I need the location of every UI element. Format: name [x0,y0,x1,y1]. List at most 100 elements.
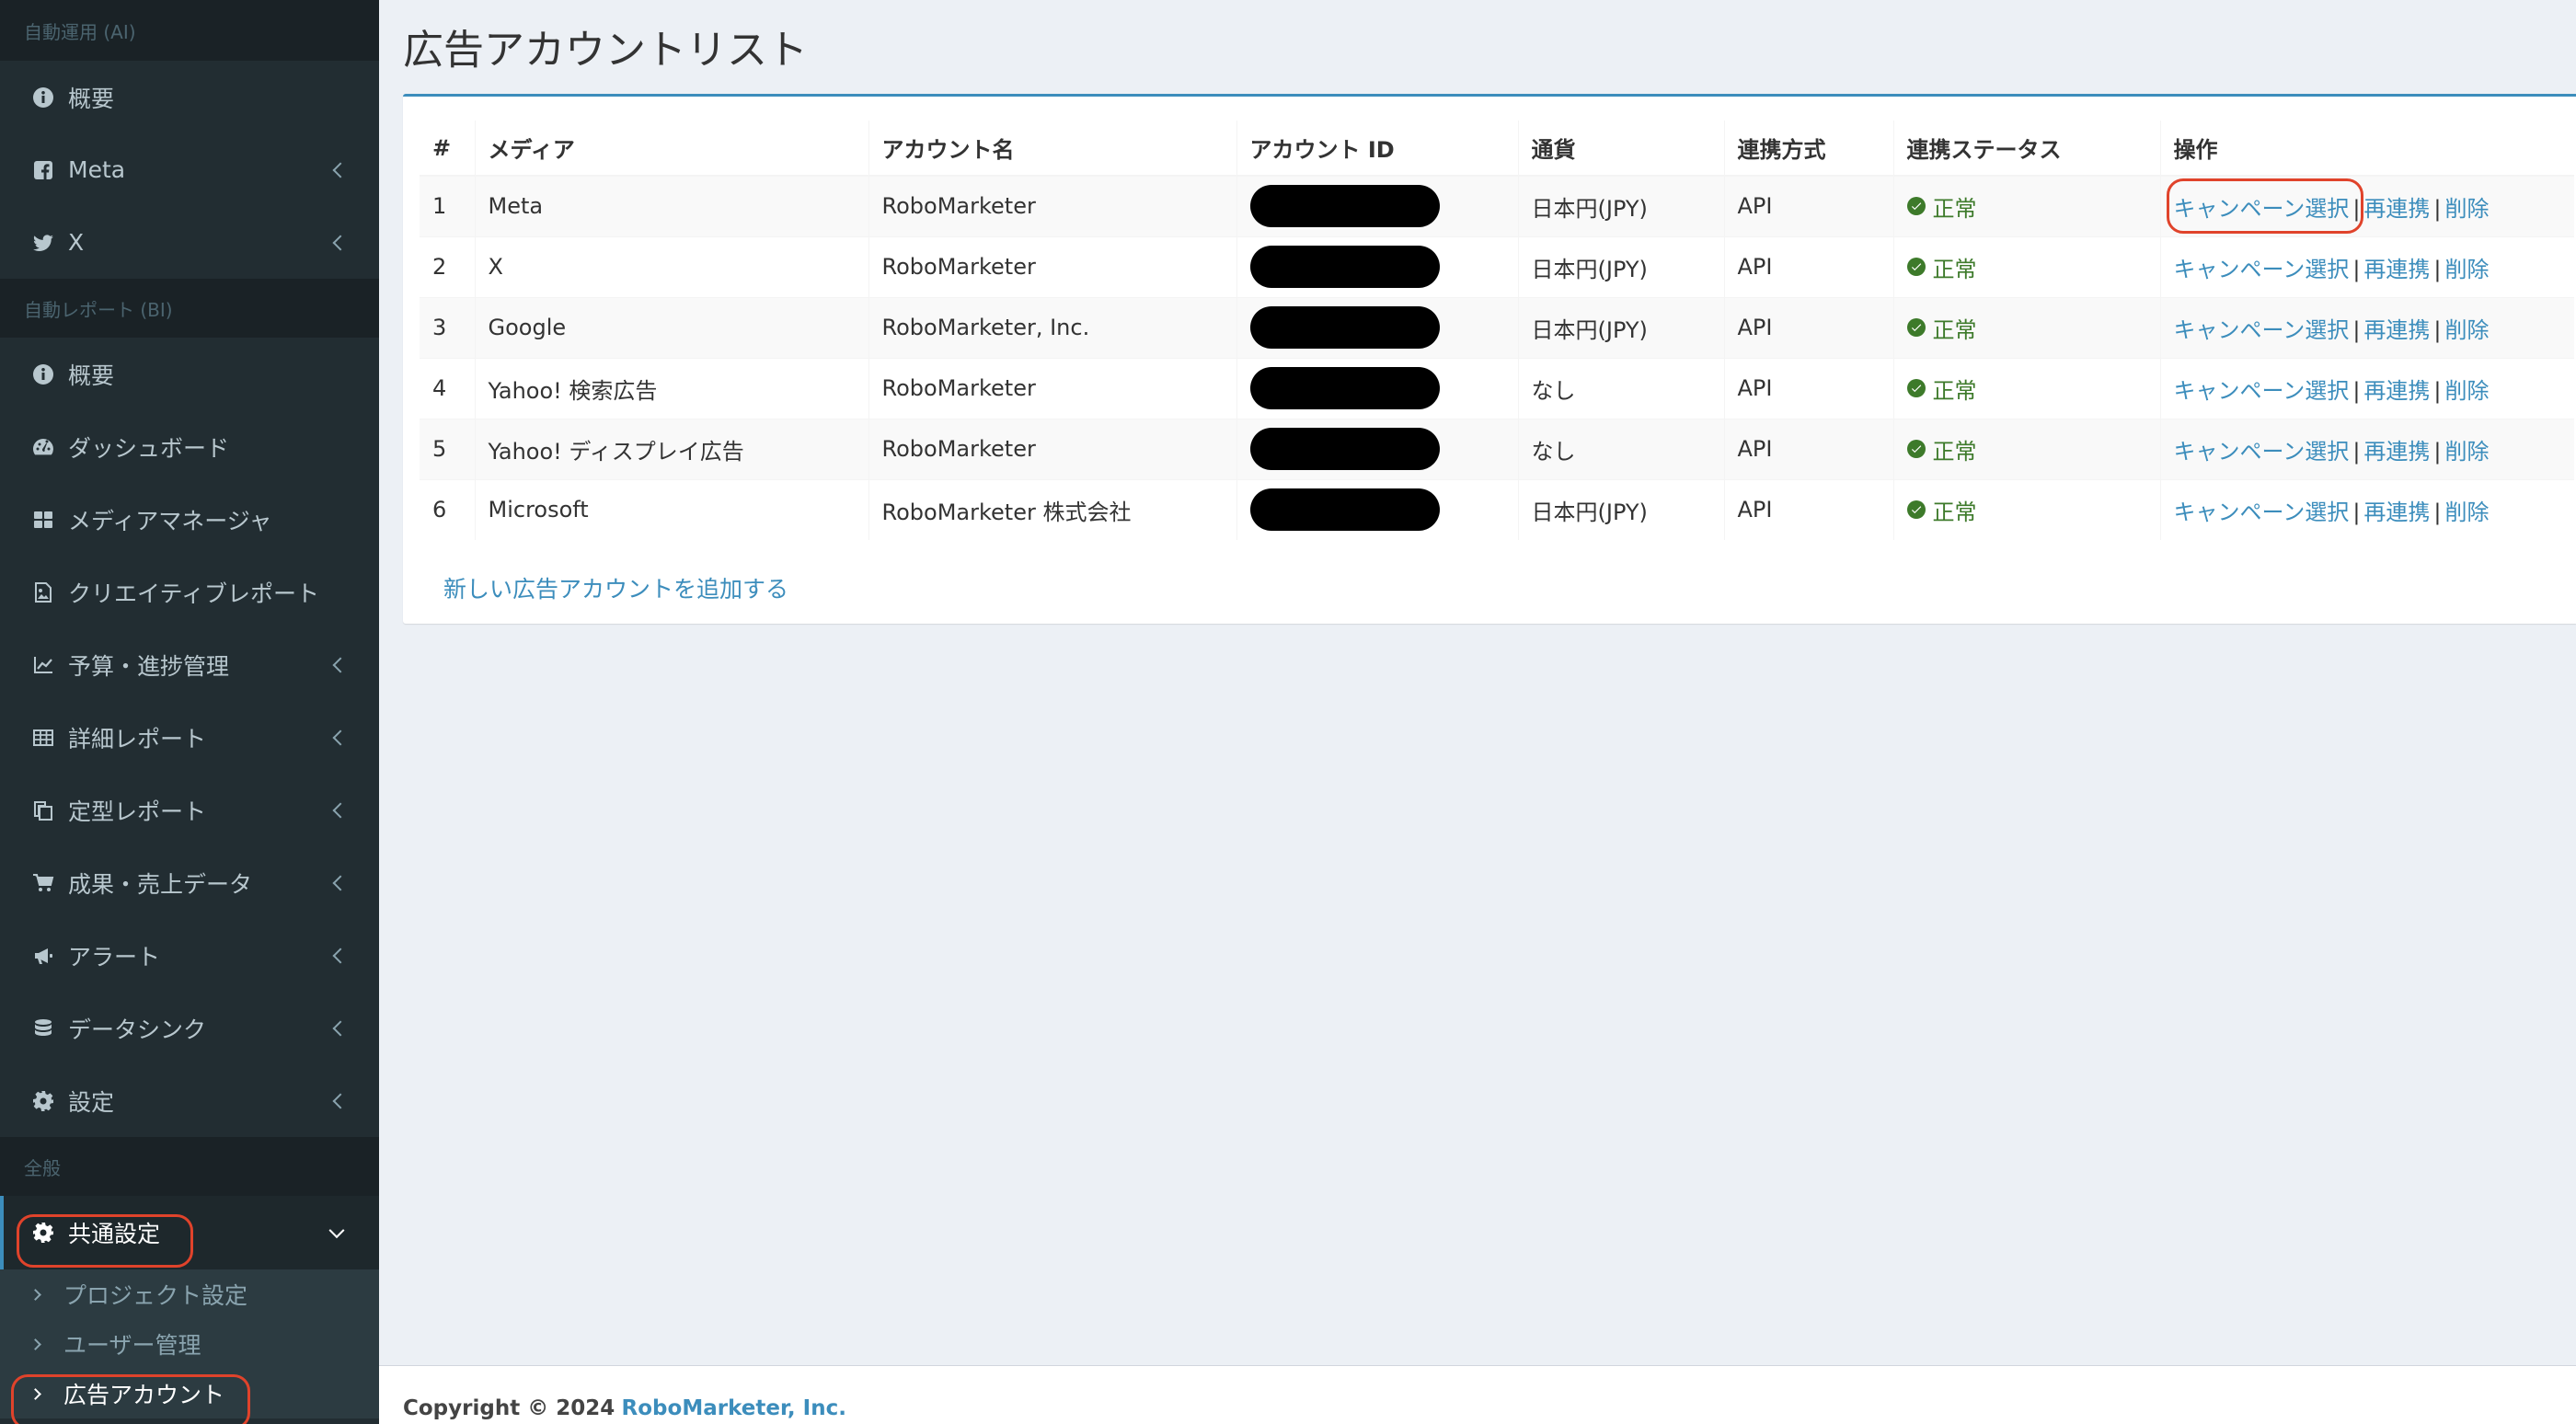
chevron-right-icon [29,1338,41,1350]
ad-accounts-box: # メディア アカウント名 アカウント ID 通貨 連携方式 連携ステータス 操… [403,94,2576,624]
sidebar-item-data-sync[interactable]: データシンク [0,992,379,1064]
cell-media: Google [474,296,868,358]
footer-company-link[interactable]: RoboMarketer, Inc. [622,1396,846,1420]
chevron-left-icon [332,947,349,963]
sidebar-item-detail-report[interactable]: 詳細レポート [0,701,379,774]
cell-method: API [1723,478,1893,540]
sidebar-item-bi-overview[interactable]: 概要 [0,338,379,410]
campaign-select-link[interactable]: キャンペーン選択 [2174,439,2350,465]
cell-num: 2 [420,235,475,297]
delete-link[interactable]: 削除 [2445,378,2490,404]
redacted-block [1249,428,1440,470]
dashboard-icon [31,435,55,459]
relink-link[interactable]: 再連携 [2363,378,2430,404]
line-chart-icon [31,653,55,677]
delete-link[interactable]: 削除 [2445,439,2490,465]
cell-currency: 日本円(JPY) [1517,296,1724,358]
sidebar-item-alert[interactable]: アラート [0,919,379,992]
cell-currency: なし [1517,357,1724,419]
cell-media: X [474,235,868,297]
sidebar-item-creative-report[interactable]: クリエイティブレポート [0,556,379,628]
chevron-left-icon [332,1093,349,1108]
check-circle-icon [1906,379,1926,397]
sidebar-item-dashboard[interactable]: ダッシュボード [0,410,379,483]
image-icon [31,580,55,604]
campaign-select-link[interactable]: キャンペーン選択 [2174,196,2350,222]
cell-num: 3 [420,296,475,358]
chevron-left-icon [332,729,349,745]
separator: | [2352,499,2361,525]
sidebar-item-common-settings[interactable]: 共通設定 [0,1196,379,1269]
cell-account-name: RoboMarketer 株式会社 [868,478,1236,540]
status-badge: 正常 [1906,494,1977,526]
table-icon [31,726,55,750]
col-currency: 通貨 [1517,121,1724,177]
sidebar-item-label: クリエイティブレポート [68,580,320,607]
redacted-block [1249,306,1440,349]
bullhorn-icon [31,944,55,968]
separator: | [2433,499,2442,525]
relink-link[interactable]: 再連携 [2363,257,2430,282]
footer-copyright: Copyright © 2024 [403,1396,615,1420]
info-icon [31,86,55,109]
cell-media: Meta [474,175,868,236]
sidebar-item-label: X [68,229,85,256]
cell-actions: キャンペーン選択 | 再連携 | 削除 [2159,478,2574,540]
sidebar-item-label: 予算・進捗管理 [68,652,230,680]
status-badge: 正常 [1906,190,1977,223]
gear-icon [31,1089,55,1113]
cell-num: 1 [420,175,475,236]
sidebar-item-budget[interactable]: 予算・進捗管理 [0,628,379,701]
twitter-icon [31,231,55,255]
sidebar-subitem-project-settings[interactable]: プロジェクト設定 [0,1269,379,1319]
cell-num: 5 [420,418,475,479]
check-circle-icon [1906,197,1926,216]
sidebar-item-media-manager[interactable]: メディアマネージャ [0,483,379,556]
campaign-select-link[interactable]: キャンペーン選択 [2174,257,2350,282]
delete-link[interactable]: 削除 [2445,500,2490,525]
sidebar-item-sales-data[interactable]: 成果・売上データ [0,846,379,919]
sidebar-item-label: 概要 [68,362,115,389]
cart-icon [31,871,55,895]
sidebar-item-settings[interactable]: 設定 [0,1064,379,1137]
sidebar-subitem-ad-accounts[interactable]: 広告アカウント [0,1369,379,1418]
separator: | [2433,256,2442,282]
col-actions: 操作 [2159,121,2574,177]
sidebar-subitem-user-management[interactable]: ユーザー管理 [0,1319,379,1369]
cell-status: 正常 [1892,235,2160,297]
relink-link[interactable]: 再連携 [2363,439,2430,465]
sidebar-section-general: 全般 [0,1137,379,1196]
sidebar-item-meta[interactable]: Meta [0,133,379,206]
status-badge: 正常 [1906,373,1977,405]
cell-status: 正常 [1892,296,2160,358]
delete-link[interactable]: 削除 [2445,196,2490,222]
relink-link[interactable]: 再連携 [2363,317,2430,343]
cell-account-id [1236,418,1518,479]
gear-icon [31,1221,55,1245]
sidebar-item-label: 成果・売上データ [68,870,253,898]
delete-link[interactable]: 削除 [2445,317,2490,343]
ad-accounts-table: # メディア アカウント名 アカウント ID 通貨 連携方式 連携ステータス 操… [420,121,2574,540]
campaign-select-link[interactable]: キャンペーン選択 [2174,378,2350,404]
cell-currency: 日本円(JPY) [1517,175,1724,236]
campaign-select-link[interactable]: キャンペーン選択 [2174,317,2350,343]
cell-account-id [1236,175,1518,236]
table-row: 6 Microsoft RoboMarketer 株式会社 日本円(JPY) API 正常… [420,478,2574,540]
cell-account-id [1236,357,1518,419]
sidebar-item-template-report[interactable]: 定型レポート [0,774,379,846]
table-row: 4 Yahoo! 検索広告 RoboMarketer なし API 正常 キャンペーン選択 |… [420,357,2574,419]
sidebar-item-ai-overview[interactable]: 概要 [0,61,379,133]
chevron-right-icon [29,1288,41,1301]
relink-link[interactable]: 再連携 [2363,500,2430,525]
relink-link[interactable]: 再連携 [2363,196,2430,222]
separator: | [2352,256,2361,282]
cell-account-name: RoboMarketer [868,235,1236,297]
facebook-icon [31,158,55,182]
add-ad-account-link[interactable]: 新しい広告アカウントを追加する [443,571,788,604]
delete-link[interactable]: 削除 [2445,257,2490,282]
separator: | [2352,195,2361,222]
sidebar: 自動運用 (AI) 概要 Meta X 自動レポート (BI) 概要 ダッシュボ… [0,0,379,1424]
redacted-block [1249,246,1440,288]
campaign-select-link[interactable]: キャンペーン選択 [2174,500,2350,525]
sidebar-item-x[interactable]: X [0,206,379,279]
